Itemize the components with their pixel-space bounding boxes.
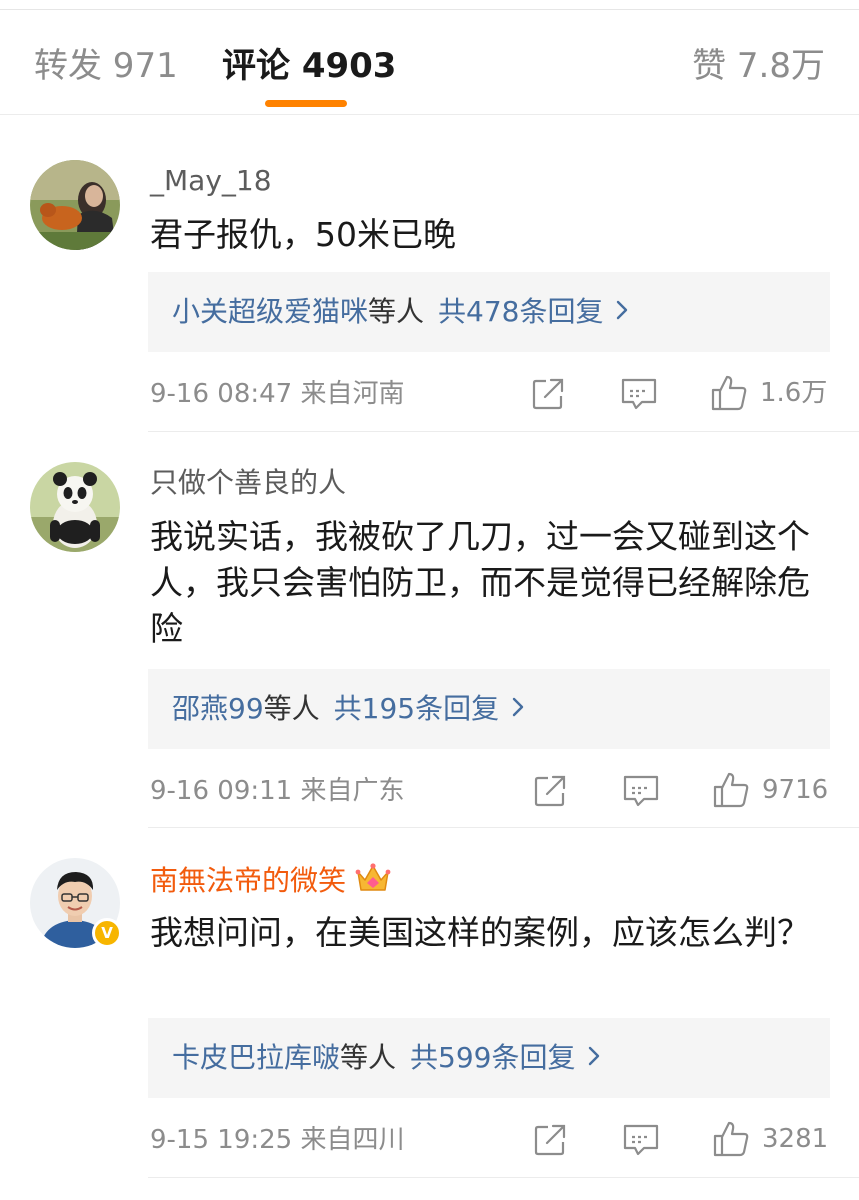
reply-users[interactable]: 卡皮巴拉库啵 xyxy=(172,1041,340,1074)
like-button[interactable]: 9716 xyxy=(712,771,828,809)
username[interactable]: 南無法帝的微笑 xyxy=(150,862,392,902)
panda-avatar-image xyxy=(30,462,120,552)
reply-summary[interactable]: 卡皮巴拉库啵等人 共599条回复 xyxy=(148,1018,830,1098)
girl-with-dog-avatar-image xyxy=(30,160,120,250)
reply-button[interactable] xyxy=(622,773,660,809)
repost-comment-button[interactable] xyxy=(530,376,566,412)
active-tab-indicator xyxy=(265,100,347,107)
reply-etc: 等人 xyxy=(263,692,320,725)
comment-text: 君子报仇，50米已晚 xyxy=(150,215,456,254)
chevron-right-icon xyxy=(511,691,525,727)
repost-comment-button[interactable] xyxy=(532,773,568,809)
like-count: 9716 xyxy=(762,775,829,805)
comment-meta: 9-16 09:11 来自广东 xyxy=(150,776,405,806)
like-button[interactable]: 3281 xyxy=(712,1120,828,1158)
reply-button[interactable] xyxy=(622,1122,660,1158)
avatar[interactable] xyxy=(30,160,120,250)
reply-etc: 等人 xyxy=(368,295,425,328)
chevron-right-icon xyxy=(587,1040,601,1076)
comment-divider xyxy=(148,431,859,432)
edit-share-icon xyxy=(534,775,566,807)
avatar[interactable] xyxy=(30,462,120,552)
username[interactable]: _May_18 xyxy=(150,164,272,198)
username-text: 南無法帝的微笑 xyxy=(150,864,347,897)
thumbs-up-icon xyxy=(713,772,749,808)
crown-icon xyxy=(354,862,392,902)
reply-count[interactable]: 共195条回复 xyxy=(334,692,499,725)
tab-like[interactable]: 赞 7.8万 xyxy=(692,46,825,86)
comment-item: V 南無法帝的微笑 我想问问，在美国这样的案例，应该怎么判？ 卡皮巴拉库啵等人共… xyxy=(0,858,859,1178)
verified-badge: V xyxy=(92,918,122,948)
like-button[interactable]: 1.6万 xyxy=(710,374,827,412)
reply-summary[interactable]: 邵燕99等人 共195条回复 xyxy=(148,669,830,749)
comment-item: _May_18 君子报仇，50米已晚 小关超级爱猫咪等人 共478条回复 9-16… xyxy=(0,160,859,432)
reply-summary[interactable]: 小关超级爱猫咪等人 共478条回复 xyxy=(148,272,830,352)
tab-repost[interactable]: 转发 971 xyxy=(34,46,178,86)
comment-icon xyxy=(621,378,657,410)
comment-meta: 9-15 19:25 来自四川 xyxy=(150,1125,405,1155)
reply-count[interactable]: 共478条回复 xyxy=(438,295,603,328)
username[interactable]: 只做个善良的人 xyxy=(150,466,346,500)
like-count: 1.6万 xyxy=(760,378,828,408)
comment-divider xyxy=(148,1177,859,1178)
edit-share-icon xyxy=(532,378,564,410)
reply-users[interactable]: 邵燕99 xyxy=(172,692,264,725)
comment-icon xyxy=(623,1124,659,1156)
comment-text: 我说实话，我被砍了几刀，过一会又碰到这个人，我只会害怕防卫，而不是觉得已经解除危… xyxy=(150,517,810,648)
comment-divider xyxy=(148,827,859,828)
tab-bar: 转发 971 评论 4903 赞 7.8万 xyxy=(0,10,859,115)
comment-item: 只做个善良的人 我说实话，我被砍了几刀，过一会又碰到这个人，我只会害怕防卫，而不… xyxy=(0,462,859,828)
edit-share-icon xyxy=(534,1124,566,1156)
reply-users[interactable]: 小关超级爱猫咪 xyxy=(172,295,368,328)
thumbs-up-icon xyxy=(713,1121,749,1157)
reply-etc: 等人 xyxy=(340,1041,397,1074)
like-count: 3281 xyxy=(762,1124,829,1154)
reply-count[interactable]: 共599条回复 xyxy=(410,1041,575,1074)
chevron-right-icon xyxy=(615,294,629,330)
comment-meta: 9-16 08:47 来自河南 xyxy=(150,379,405,409)
comment-icon xyxy=(623,775,659,807)
repost-comment-button[interactable] xyxy=(532,1122,568,1158)
reply-button[interactable] xyxy=(620,376,658,412)
comment-text: 我想问问，在美国这样的案例，应该怎么判？ xyxy=(150,913,810,952)
thumbs-up-icon xyxy=(711,375,747,411)
